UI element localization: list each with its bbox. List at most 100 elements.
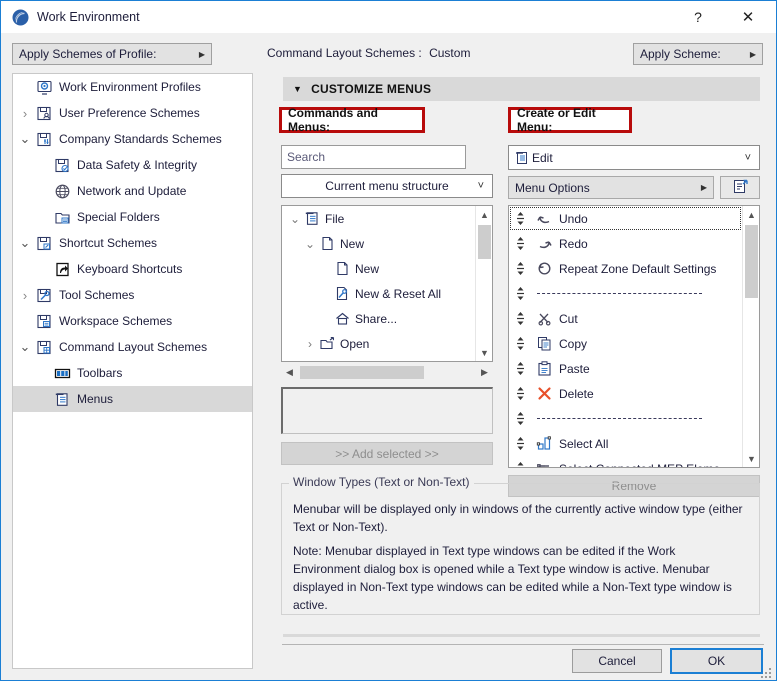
sidebar-item-toolbars[interactable]: Toolbars — [13, 360, 252, 386]
sidebar-item-user-preference-schemes[interactable]: › User Preference Schemes — [13, 100, 252, 126]
ok-button[interactable]: OK — [670, 648, 763, 674]
command-tree-row[interactable]: Close Project — [282, 356, 475, 361]
sidebar-item-network-and-update[interactable]: Network and Update — [13, 178, 252, 204]
menu-structure-dropdown[interactable]: Current menu structure ˅ — [281, 174, 493, 198]
ok-label: OK — [707, 654, 726, 668]
chevron-down-icon[interactable]: ⌄ — [17, 131, 33, 147]
repeat-icon — [531, 260, 557, 277]
command-tree-row[interactable]: New — [282, 256, 475, 281]
menu-items-rows: Undo Redo Repeat Zone Default Settings Cut C… — [509, 206, 742, 467]
command-tree-label: New — [355, 261, 380, 276]
menu-item-row[interactable]: Undo — [509, 206, 742, 231]
disk-workspace-icon — [33, 313, 55, 330]
sidebar-item-workspace-schemes[interactable]: Workspace Schemes — [13, 308, 252, 334]
sidebar-item-shortcut-schemes[interactable]: ⌄ Shortcut Schemes — [13, 230, 252, 256]
drag-handle-icon[interactable] — [509, 436, 531, 451]
cancel-button[interactable]: Cancel — [572, 649, 662, 673]
drag-handle-icon[interactable] — [509, 386, 531, 401]
menu-item-label: Cut — [559, 311, 578, 326]
scrollbar-thumb[interactable] — [300, 366, 424, 379]
drag-handle-icon[interactable] — [509, 211, 531, 226]
command-tree-row[interactable]: ⌄ File — [282, 206, 475, 231]
chevron-right-icon[interactable]: › — [17, 288, 33, 303]
further-options-section-header[interactable]: ▶ FURTHER OPTIONS — [283, 634, 760, 637]
menu-item-row[interactable]: Select All — [509, 431, 742, 456]
menu-item-row[interactable]: Delete — [509, 381, 742, 406]
add-selected-button[interactable]: >> Add selected >> — [281, 442, 493, 465]
command-tree-vertical-scrollbar[interactable]: ▲ ▼ — [475, 206, 492, 361]
menu-separator-row[interactable] — [509, 406, 742, 431]
sidebar-item-label: Command Layout Schemes — [59, 340, 208, 354]
close-button[interactable]: ✕ — [726, 1, 770, 33]
help-button[interactable]: ? — [676, 1, 720, 33]
menu-select-dropdown[interactable]: Edit ˅ — [508, 145, 760, 170]
sidebar-item-command-layout-schemes[interactable]: ⌄ Command Layout Schemes — [13, 334, 252, 360]
commands-and-menus-heading: Commands and Menus: — [279, 106, 425, 134]
sidebar-item-label: Shortcut Schemes — [59, 236, 158, 250]
menu-list-icon — [514, 150, 529, 165]
sidebar-item-tool-schemes[interactable]: › Tool Schemes — [13, 282, 252, 308]
sidebar-item-special-folders[interactable]: Special Folders — [13, 204, 252, 230]
window-types-paragraph-1: Menubar will be displayed only in window… — [293, 502, 743, 534]
sidebar-item-work-environment-profiles[interactable]: Work Environment Profiles — [13, 74, 252, 100]
chevron-down-icon[interactable]: ⌄ — [288, 212, 302, 226]
customize-menus-section-header[interactable]: ▼ CUSTOMIZE MENUS — [283, 77, 760, 101]
scroll-right-icon[interactable]: ▶ — [476, 364, 493, 381]
scroll-down-icon[interactable]: ▼ — [476, 344, 492, 361]
command-tree-row[interactable]: Share... — [282, 306, 475, 331]
drag-handle-icon[interactable] — [509, 411, 531, 426]
new-menu-button[interactable] — [720, 176, 760, 199]
chevron-down-icon[interactable]: ⌄ — [303, 237, 317, 251]
chevron-right-icon[interactable]: › — [17, 106, 33, 121]
schemes-tree-sidebar[interactable]: Work Environment Profiles › User Preferenc… — [12, 73, 253, 669]
chevron-right-icon[interactable]: › — [303, 337, 317, 351]
scroll-up-icon[interactable]: ▲ — [743, 206, 759, 223]
scroll-up-icon[interactable]: ▲ — [476, 206, 492, 223]
sidebar-item-keyboard-shortcuts[interactable]: Keyboard Shortcuts — [13, 256, 252, 282]
command-tree-horizontal-scrollbar[interactable]: ◀ ▶ — [281, 364, 493, 381]
window-types-paragraph-2: Note: Menubar displayed in Text type win… — [293, 544, 732, 612]
scrollbar-thumb[interactable] — [745, 225, 758, 298]
chevron-down-icon[interactable]: ⌄ — [17, 235, 33, 251]
drag-handle-icon[interactable] — [509, 336, 531, 351]
menu-item-row[interactable]: Cut — [509, 306, 742, 331]
redo-icon — [531, 235, 557, 252]
menu-item-row[interactable]: Redo — [509, 231, 742, 256]
drag-handle-icon[interactable] — [509, 361, 531, 376]
chevron-down-icon[interactable]: ⌄ — [17, 339, 33, 355]
sidebar-item-company-standards-schemes[interactable]: ⌄ Company Standards Schemes — [13, 126, 252, 152]
menu-item-label: Redo — [559, 236, 588, 251]
scroll-left-icon[interactable]: ◀ — [281, 364, 298, 381]
resize-grip[interactable] — [761, 666, 773, 678]
apply-schemes-of-profile-button[interactable]: Apply Schemes of Profile: ▶ — [12, 43, 212, 65]
scroll-down-icon[interactable]: ▼ — [743, 450, 759, 467]
drag-handle-icon[interactable] — [509, 311, 531, 326]
menu-item-label: Undo — [559, 211, 588, 226]
search-input[interactable] — [281, 145, 466, 169]
customize-menus-panel: ▼ CUSTOMIZE MENUS Commands and Menus: Cr… — [263, 37, 768, 637]
menu-items-list[interactable]: Undo Redo Repeat Zone Default Settings Cut C… — [508, 205, 760, 468]
scrollbar-thumb[interactable] — [478, 225, 491, 259]
key-arrow-icon — [51, 261, 73, 278]
menu-item-row[interactable]: Paste — [509, 356, 742, 381]
command-tree-row[interactable]: › Open — [282, 331, 475, 356]
sidebar-item-menus[interactable]: Menus — [13, 386, 252, 412]
page-reset-icon — [332, 285, 352, 302]
sidebar-item-data-safety-integrity[interactable]: Data Safety & Integrity — [13, 152, 252, 178]
menu-options-button[interactable]: Menu Options ▶ — [508, 176, 714, 199]
window-title: Work Environment — [37, 10, 140, 24]
menu-item-row[interactable]: Copy — [509, 331, 742, 356]
menu-item-row[interactable]: Select Connected MEP Eleme... — [509, 456, 742, 467]
disk-shortcut-icon — [33, 235, 55, 252]
menu-separator-row[interactable] — [509, 281, 742, 306]
drag-handle-icon[interactable] — [509, 286, 531, 301]
drag-handle-icon[interactable] — [509, 236, 531, 251]
command-tree-row[interactable]: ⌄ New — [282, 231, 475, 256]
command-tree-row[interactable]: New & Reset All — [282, 281, 475, 306]
drag-handle-icon[interactable] — [509, 461, 531, 467]
drag-handle-icon[interactable] — [509, 261, 531, 276]
sidebar-item-label: Special Folders — [77, 210, 160, 224]
menu-list-vertical-scrollbar[interactable]: ▲ ▼ — [742, 206, 759, 467]
menu-item-row[interactable]: Repeat Zone Default Settings — [509, 256, 742, 281]
command-tree-list[interactable]: ⌄ File ⌄ New New New & Reset All Share... › Open… — [281, 205, 493, 362]
